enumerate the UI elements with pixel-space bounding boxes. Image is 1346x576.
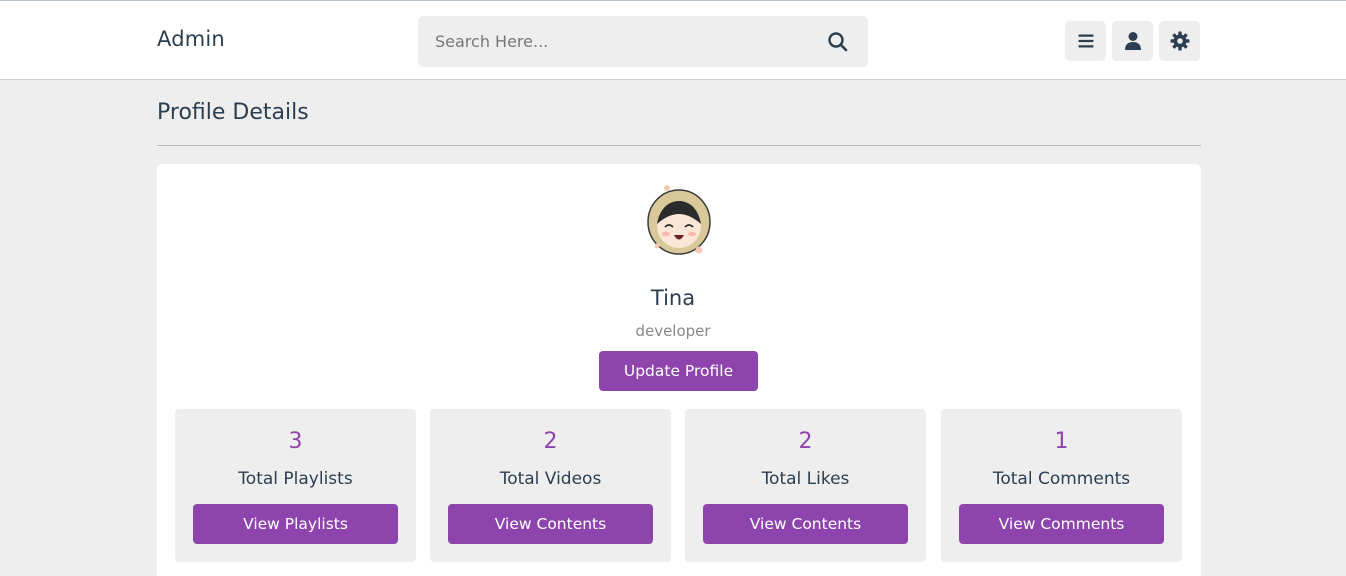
view-liked-contents-button[interactable]: View Contents (703, 504, 908, 544)
stat-box-videos: 2 Total Videos View Contents (430, 409, 671, 562)
search-input[interactable] (418, 16, 818, 67)
profile-name: Tina (650, 286, 696, 310)
top-header: Admin (0, 0, 1346, 80)
stat-label: Total Comments (992, 469, 1131, 489)
stat-box-likes: 2 Total Likes View Contents (685, 409, 926, 562)
settings-button[interactable] (1159, 21, 1200, 61)
view-contents-button[interactable]: View Contents (448, 504, 653, 544)
title-divider (157, 145, 1201, 146)
view-comments-button[interactable]: View Comments (959, 504, 1164, 544)
user-icon (1124, 32, 1141, 50)
profile-avatar (646, 184, 712, 256)
stat-box-playlists: 3 Total Playlists View Playlists (175, 409, 416, 562)
stat-value: 1 (1054, 429, 1069, 454)
user-button[interactable] (1112, 21, 1153, 61)
profile-role: developer (635, 322, 711, 340)
admin-logo[interactable]: Admin (157, 27, 225, 51)
search-icon[interactable] (826, 30, 850, 54)
stat-value: 2 (543, 429, 558, 454)
view-playlists-button[interactable]: View Playlists (193, 504, 398, 544)
stat-value: 2 (798, 429, 813, 454)
search-form (418, 16, 868, 67)
stat-label: Total Playlists (238, 469, 353, 489)
settings-gear-icon (1170, 31, 1189, 51)
stat-label: Total Likes (761, 469, 850, 489)
stat-box-comments: 1 Total Comments View Comments (941, 409, 1182, 562)
update-profile-button[interactable]: Update Profile (599, 351, 758, 391)
page-title: Profile Details (157, 100, 309, 125)
menu-icon (1078, 34, 1093, 48)
stat-label: Total Videos (499, 469, 602, 489)
menu-button[interactable] (1065, 21, 1106, 61)
stat-value: 3 (288, 429, 303, 454)
